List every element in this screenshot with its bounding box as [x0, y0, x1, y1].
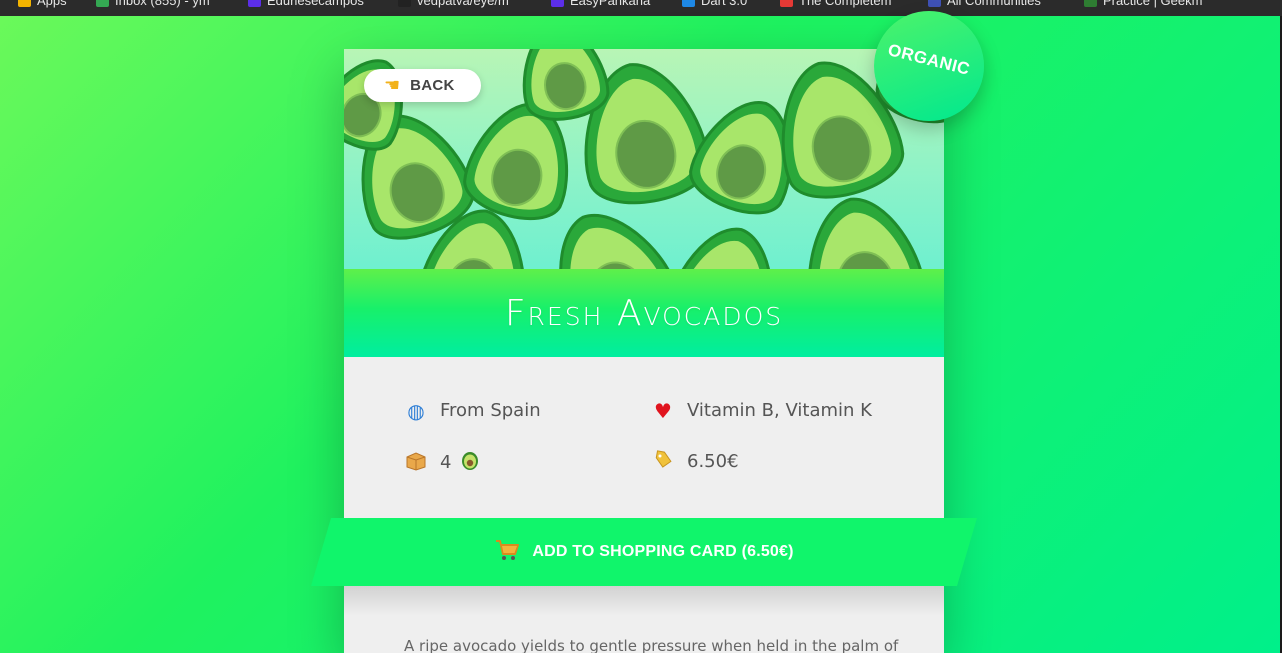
vitamins-text: Vitamin B, Vitamin K	[687, 400, 872, 421]
bookmark-item[interactable]: Inbox (855) - ym	[96, 0, 210, 8]
bookmark-item[interactable]: vedpatva/eye/m	[398, 0, 509, 8]
bookmark-label: Practice | Geekm	[1103, 0, 1203, 8]
avocado-icon	[459, 449, 481, 476]
add-to-cart-button[interactable]: ADD TO SHOPPING CARD (6.50€)	[311, 518, 977, 586]
back-button-label: BACK	[410, 77, 455, 94]
bookmark-favicon-icon	[682, 0, 695, 7]
bookmark-label: EasyPankaha	[570, 0, 651, 8]
back-button[interactable]: ☚ BACK	[364, 69, 481, 102]
origin-text: From Spain	[440, 400, 541, 421]
price-text: 6.50€	[687, 451, 739, 472]
price-tag-icon	[651, 449, 675, 474]
bookmark-label: Dart 3.0	[701, 0, 748, 8]
bookmark-item[interactable]: Edurlesecampos	[248, 0, 364, 8]
vitamins-info: ♥ Vitamin B, Vitamin K	[651, 400, 872, 421]
organic-badge-label: ORGANIC	[886, 40, 973, 79]
price-info: 6.50€	[651, 449, 739, 474]
title-band: Fresh Avocados	[344, 269, 944, 357]
bookmark-favicon-icon	[18, 0, 31, 7]
bookmark-favicon-icon	[928, 0, 941, 7]
product-description: A ripe avocado yields to gentle pressure…	[404, 637, 899, 653]
bookmark-label: All Communities	[947, 0, 1041, 8]
bookmark-item[interactable]: Apps	[18, 0, 67, 8]
bookmark-favicon-icon	[96, 0, 109, 7]
bookmark-favicon-icon	[551, 0, 564, 7]
bookmark-item[interactable]: The Completem	[780, 0, 891, 8]
cta-shadow	[344, 586, 944, 616]
bookmark-favicon-icon	[780, 0, 793, 7]
product-title: Fresh Avocados	[504, 292, 784, 334]
shopping-cart-icon	[494, 538, 520, 567]
heart-icon: ♥	[654, 398, 672, 423]
bookmark-item[interactable]: Dart 3.0	[682, 0, 747, 8]
pointing-hand-icon: ☚	[384, 74, 401, 96]
origin-info: ◍ From Spain	[404, 398, 541, 423]
bookmarks-bar: Apps Inbox (855) - ym Edurlesecampos vedpat…	[0, 0, 1282, 16]
bookmark-label: Edurlesecampos	[267, 0, 364, 8]
bookmark-label: Apps	[37, 0, 67, 8]
organic-badge: ORGANIC	[874, 11, 984, 121]
bookmark-item[interactable]: All Communities	[928, 0, 1041, 8]
quantity-text: 4	[440, 452, 452, 473]
bookmark-label: The Completem	[799, 0, 892, 8]
bookmark-label: vedpatva/eye/m	[417, 0, 509, 8]
product-info: ◍ From Spain ♥ Vitamin B, Vitamin K 4 6.…	[344, 357, 944, 517]
add-to-cart-label: ADD TO SHOPPING CARD (6.50€)	[532, 543, 794, 560]
quantity-info: 4	[404, 449, 481, 476]
bookmark-item[interactable]: EasyPankaha	[551, 0, 650, 8]
bookmark-label: Inbox (855) - ym	[115, 0, 210, 8]
bookmark-favicon-icon	[248, 0, 261, 7]
package-icon	[404, 451, 428, 474]
bookmark-item[interactable]: Practice | Geekm	[1084, 0, 1202, 8]
bookmark-favicon-icon	[1084, 0, 1097, 7]
bookmark-favicon-icon	[398, 0, 411, 7]
globe-icon: ◍	[407, 398, 425, 423]
